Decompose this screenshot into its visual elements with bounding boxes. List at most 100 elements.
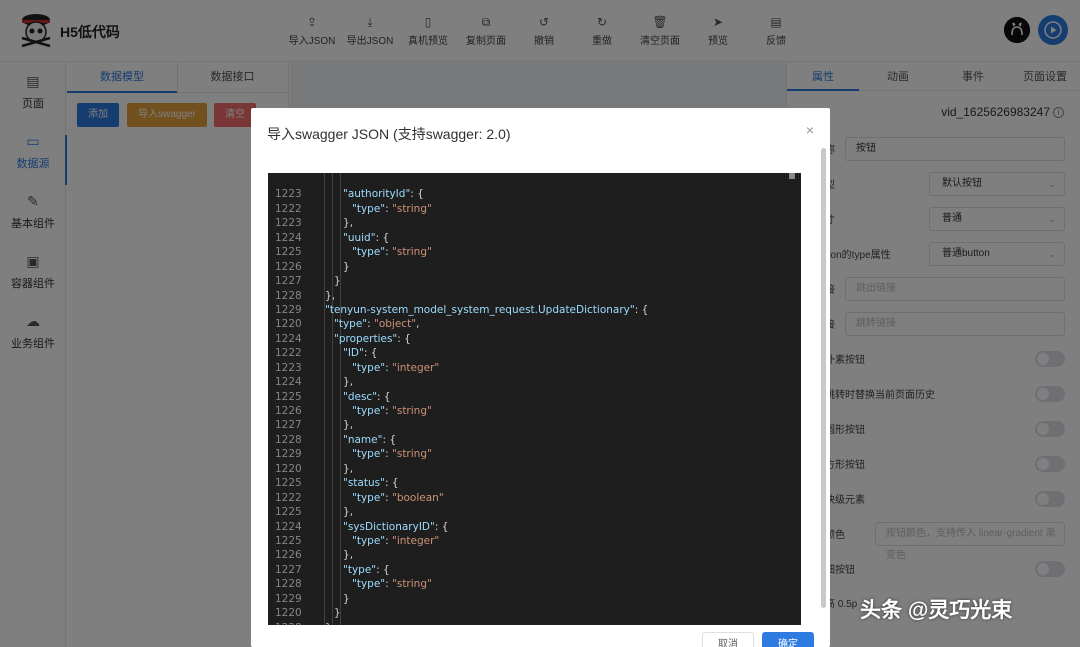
close-icon[interactable]: ×	[806, 122, 814, 138]
code-line: 1227}	[268, 274, 801, 288]
line-number: 1222	[275, 491, 302, 504]
code-line: 1222 "type": "string"	[268, 202, 801, 216]
line-number: 1226	[275, 549, 302, 562]
code-text: "uuid": {	[343, 231, 390, 244]
code-line: 1224 "properties": {	[268, 332, 801, 346]
code-line: 1226},	[268, 548, 801, 562]
line-number: 1223	[275, 188, 302, 201]
line-number: 1227	[275, 275, 302, 288]
dialog-title: 导入swagger JSON (支持swagger: 2.0)	[267, 126, 511, 142]
code-line: 1222 "type": "boolean"	[268, 491, 801, 505]
code-text: },	[343, 462, 354, 475]
code-line: 1225 "status": {	[268, 476, 801, 490]
code-text: "authorityId": {	[343, 188, 424, 201]
code-text: },	[343, 506, 354, 519]
code-text: "type": "string"	[352, 202, 432, 215]
code-text: "type": "string"	[352, 578, 432, 591]
code-line: 1229 "type": "string"	[268, 447, 801, 461]
code-line: 1226 "type": "string"	[268, 404, 801, 418]
line-number: 1226	[275, 405, 302, 417]
code-line: 1224},	[268, 375, 801, 389]
confirm-button[interactable]: 确定	[762, 632, 814, 647]
line-number: 1226	[275, 260, 302, 273]
dialog-scrollbar[interactable]	[821, 148, 826, 608]
code-text: "tenyun-system_model_system_request.Upda…	[325, 303, 649, 316]
code-line: 1223},	[268, 216, 801, 230]
minimap-marker	[789, 173, 795, 179]
code-text: "type": {	[343, 563, 390, 576]
code-text: "type": "string"	[352, 448, 432, 461]
code-line: 1222 "ID": {	[268, 346, 801, 360]
line-number: 1225	[275, 390, 302, 403]
code-line: 1220},	[268, 462, 801, 476]
line-number: 1220	[275, 462, 302, 475]
code-text: }	[334, 275, 341, 288]
code-line: 1220}	[268, 606, 801, 620]
line-number: 1228	[275, 621, 305, 625]
cancel-button[interactable]: 取消	[702, 632, 754, 647]
code-line: 1223 "authorityId": {	[268, 187, 801, 201]
json-code-editor[interactable]: 1223 "authorityId": { 1222 "type": "string"…	[268, 173, 801, 625]
code-lines: 1223 "authorityId": { 1222 "type": "string"…	[268, 173, 801, 625]
line-number: 1222	[275, 347, 302, 360]
code-line: 1229}	[268, 592, 801, 606]
import-swagger-dialog: 导入swagger JSON (支持swagger: 2.0) × 1223 "a…	[251, 108, 830, 647]
code-line: 1227},	[268, 418, 801, 432]
code-text: "desc": {	[343, 390, 391, 403]
watermark-text: 头条 @灵巧光束	[860, 599, 1013, 622]
code-text: }	[343, 260, 350, 273]
line-number: 1225	[275, 246, 302, 259]
code-text: "type": "object",	[334, 318, 420, 331]
line-number: 1228	[275, 433, 302, 446]
line-number: 1225	[275, 477, 302, 490]
code-line: 1228 "name": {	[268, 433, 801, 447]
code-text: "sysDictionaryID": {	[343, 520, 449, 533]
code-text: },	[343, 549, 354, 562]
code-line: 1228 "type": "string"	[268, 577, 801, 591]
line-number: 1228	[275, 578, 302, 591]
code-text: },	[325, 621, 335, 625]
code-text: },	[343, 217, 354, 230]
line-number: 1224	[275, 376, 302, 389]
line-number: 1224	[275, 520, 302, 533]
line-number: 1229	[275, 448, 302, 461]
line-number: 1224	[275, 332, 302, 345]
code-line: 1227 "type": {	[268, 563, 801, 577]
code-text: "ID": {	[343, 347, 378, 360]
code-text: }	[343, 592, 350, 605]
code-line: 1229 "tenyun-system_model_system_request.…	[268, 303, 801, 317]
code-text: "properties": {	[334, 332, 411, 345]
code-text: },	[325, 289, 336, 302]
code-line: 1225 "desc": {	[268, 390, 801, 404]
code-line: 1226}	[268, 260, 801, 274]
line-number: 1227	[275, 563, 302, 576]
code-line: 1224 "uuid": {	[268, 231, 801, 245]
code-line: 1225},	[268, 505, 801, 519]
code-line: 1224 "sysDictionaryID": {	[268, 520, 801, 534]
code-line: 1228},	[268, 621, 801, 625]
code-line: 1225 "type": "integer"	[268, 534, 801, 548]
code-text: "type": "boolean"	[352, 491, 444, 504]
line-number: 1223	[275, 217, 302, 230]
code-text: "type": "integer"	[352, 534, 440, 547]
line-number: 1220	[275, 318, 302, 331]
code-text: },	[343, 419, 354, 432]
line-number: 1220	[275, 607, 302, 620]
code-line: 1228},	[268, 289, 801, 303]
line-number: 1224	[275, 231, 302, 244]
code-text: },	[343, 376, 354, 389]
line-number: 1225	[275, 534, 302, 547]
line-number: 1229	[275, 303, 302, 316]
code-line: 1220 "type": "object",	[268, 317, 801, 331]
code-text: "type": "integer"	[352, 361, 440, 374]
code-text: "type": "string"	[352, 405, 432, 417]
line-number: 1227	[275, 419, 302, 432]
code-text: "name": {	[343, 433, 397, 446]
line-number: 1228	[275, 289, 302, 302]
code-line: 1223 "type": "integer"	[268, 361, 801, 375]
line-number: 1222	[275, 202, 302, 215]
line-number: 1229	[275, 592, 302, 605]
code-line: 1225 "type": "string"	[268, 245, 801, 259]
code-text: "status": {	[343, 477, 399, 490]
